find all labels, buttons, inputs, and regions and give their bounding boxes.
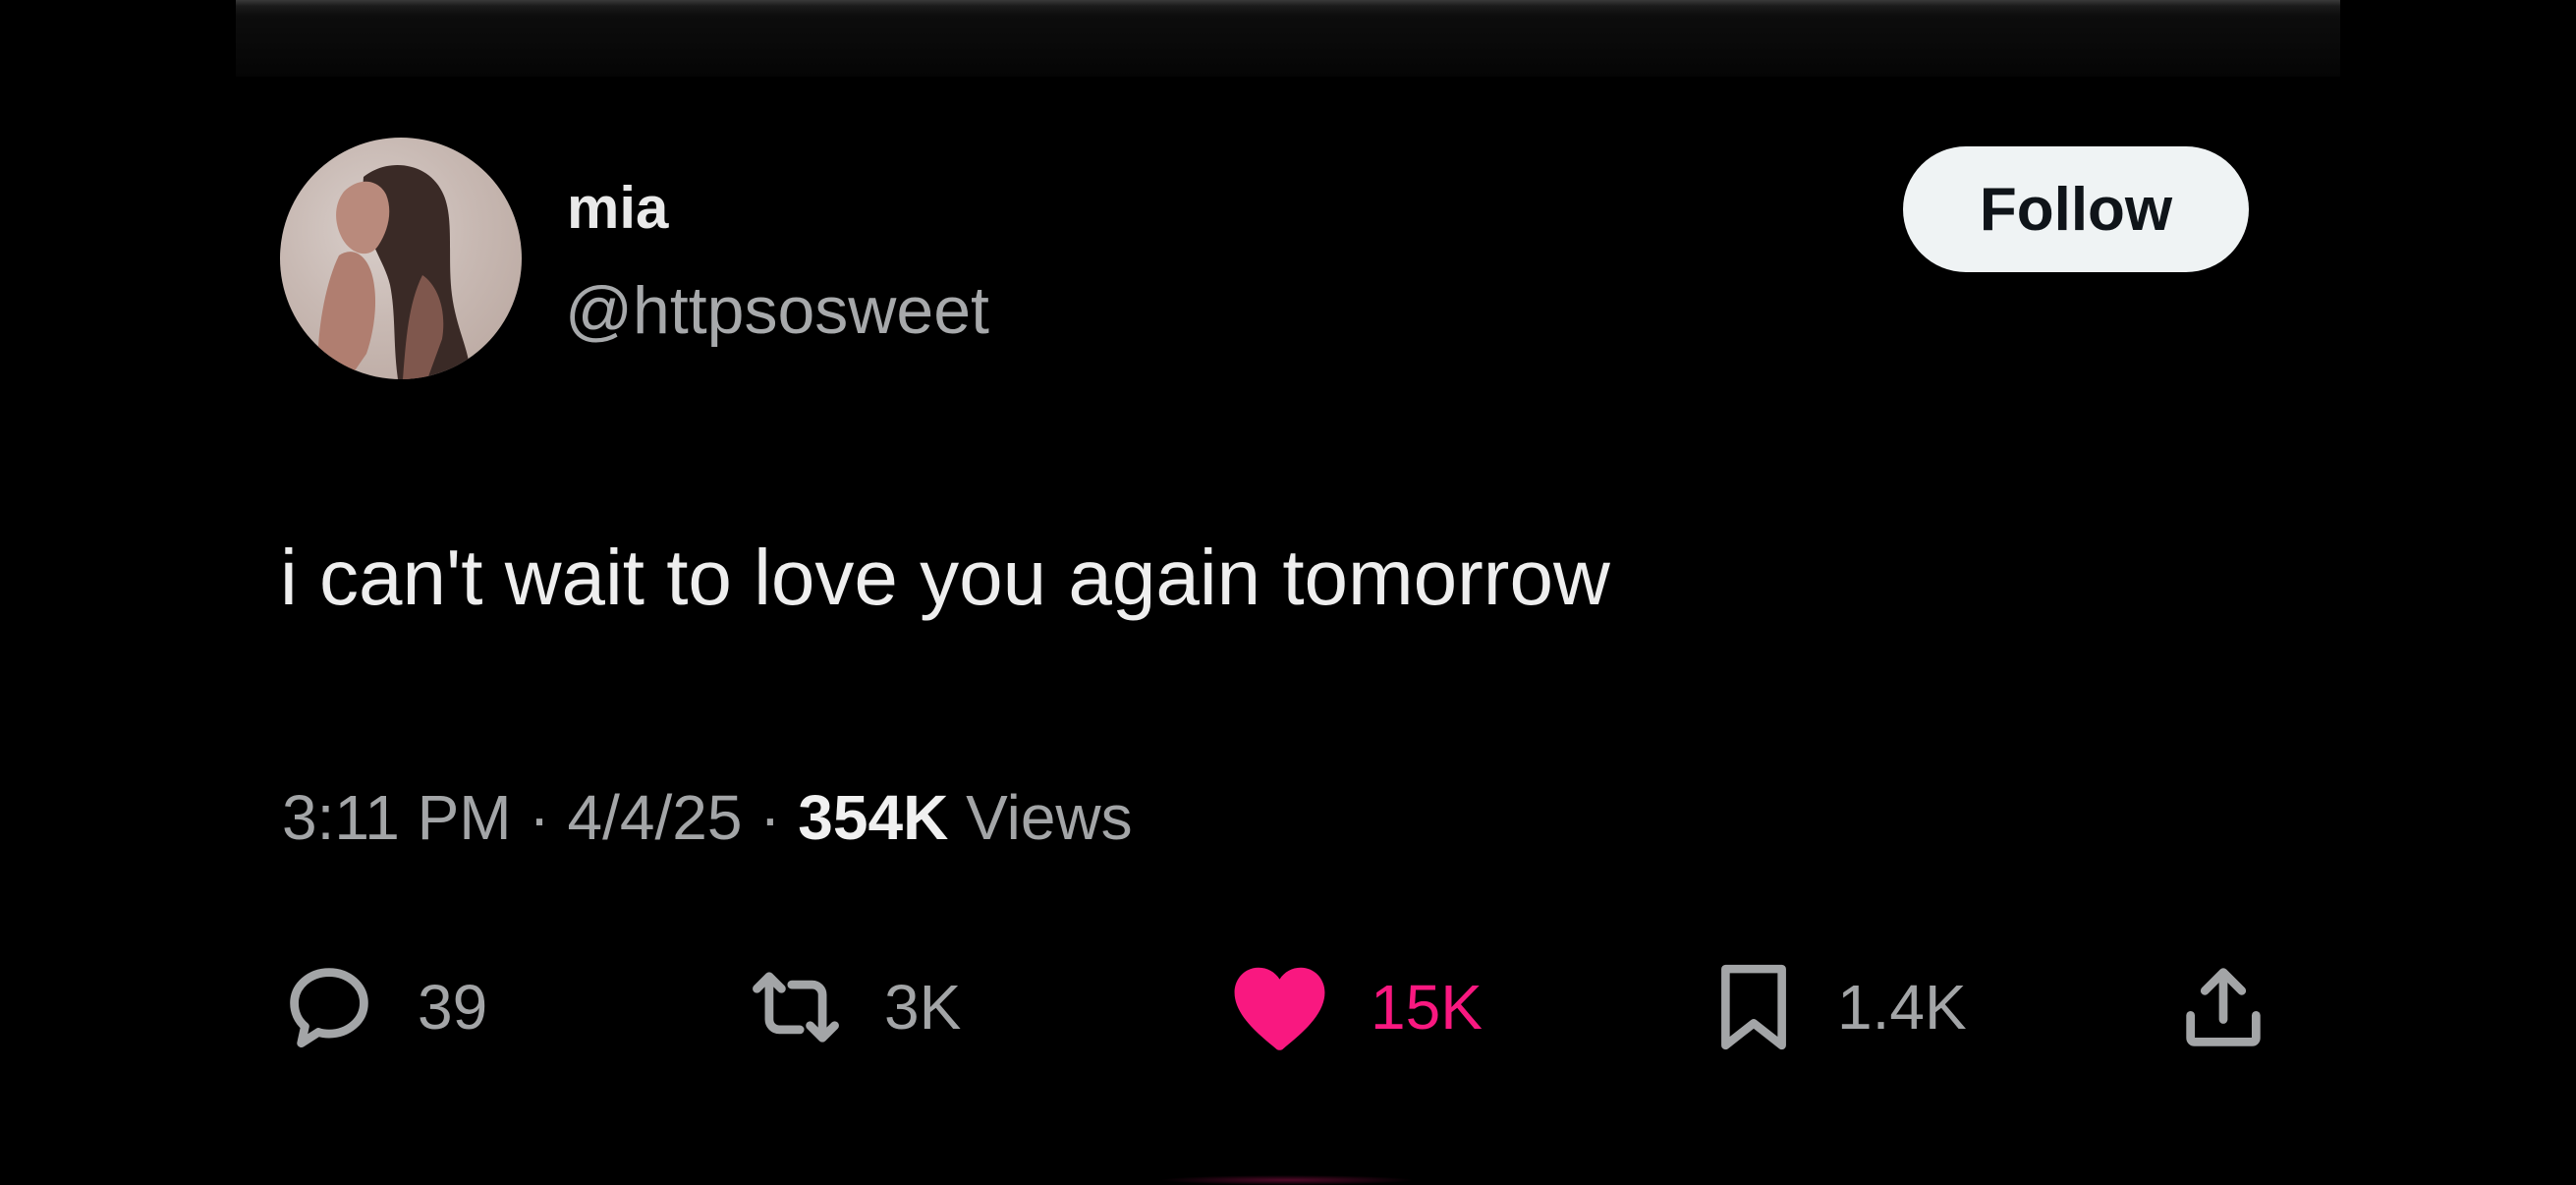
bookmark-icon [1721,964,1786,1050]
like-button[interactable]: 15K [1228,958,1483,1056]
user-handle[interactable]: @httpsosweet [565,277,989,344]
share-button[interactable] [2174,958,2272,1056]
avatar-photo [317,165,470,379]
tweet-time[interactable]: 3:11 PM [282,782,512,853]
heart-icon [1234,967,1325,1050]
views-label: Views [966,782,1133,853]
like-count: 15K [1371,972,1483,1043]
follow-button[interactable]: Follow [1903,146,2249,272]
avatar[interactable] [280,138,522,379]
retweet-count: 3K [884,972,962,1043]
tweet-meta: 3:11 PM · 4/4/25 · 354K Views [282,786,1133,849]
reply-button[interactable]: 39 [280,958,487,1056]
tweet-date[interactable]: 4/4/25 [567,782,742,853]
tweet-text: i can't wait to love you again tomorrow [280,534,1610,621]
bottom-glow [1159,1175,1415,1185]
bookmark-button[interactable]: 1.4K [1709,958,1967,1056]
reply-count: 39 [418,972,488,1043]
share-icon [2186,968,2261,1046]
views-count: 354K [798,782,949,853]
meta-separator: · [529,782,550,853]
top-bar [236,0,2340,77]
bookmark-count: 1.4K [1837,972,1967,1043]
reply-icon [290,968,368,1048]
meta-separator: · [759,782,781,853]
retweet-icon [753,972,839,1043]
retweet-button[interactable]: 3K [747,958,961,1056]
display-name[interactable]: mia [567,179,668,238]
action-bar: 39 3K 15K 1.4K [280,958,2274,1056]
